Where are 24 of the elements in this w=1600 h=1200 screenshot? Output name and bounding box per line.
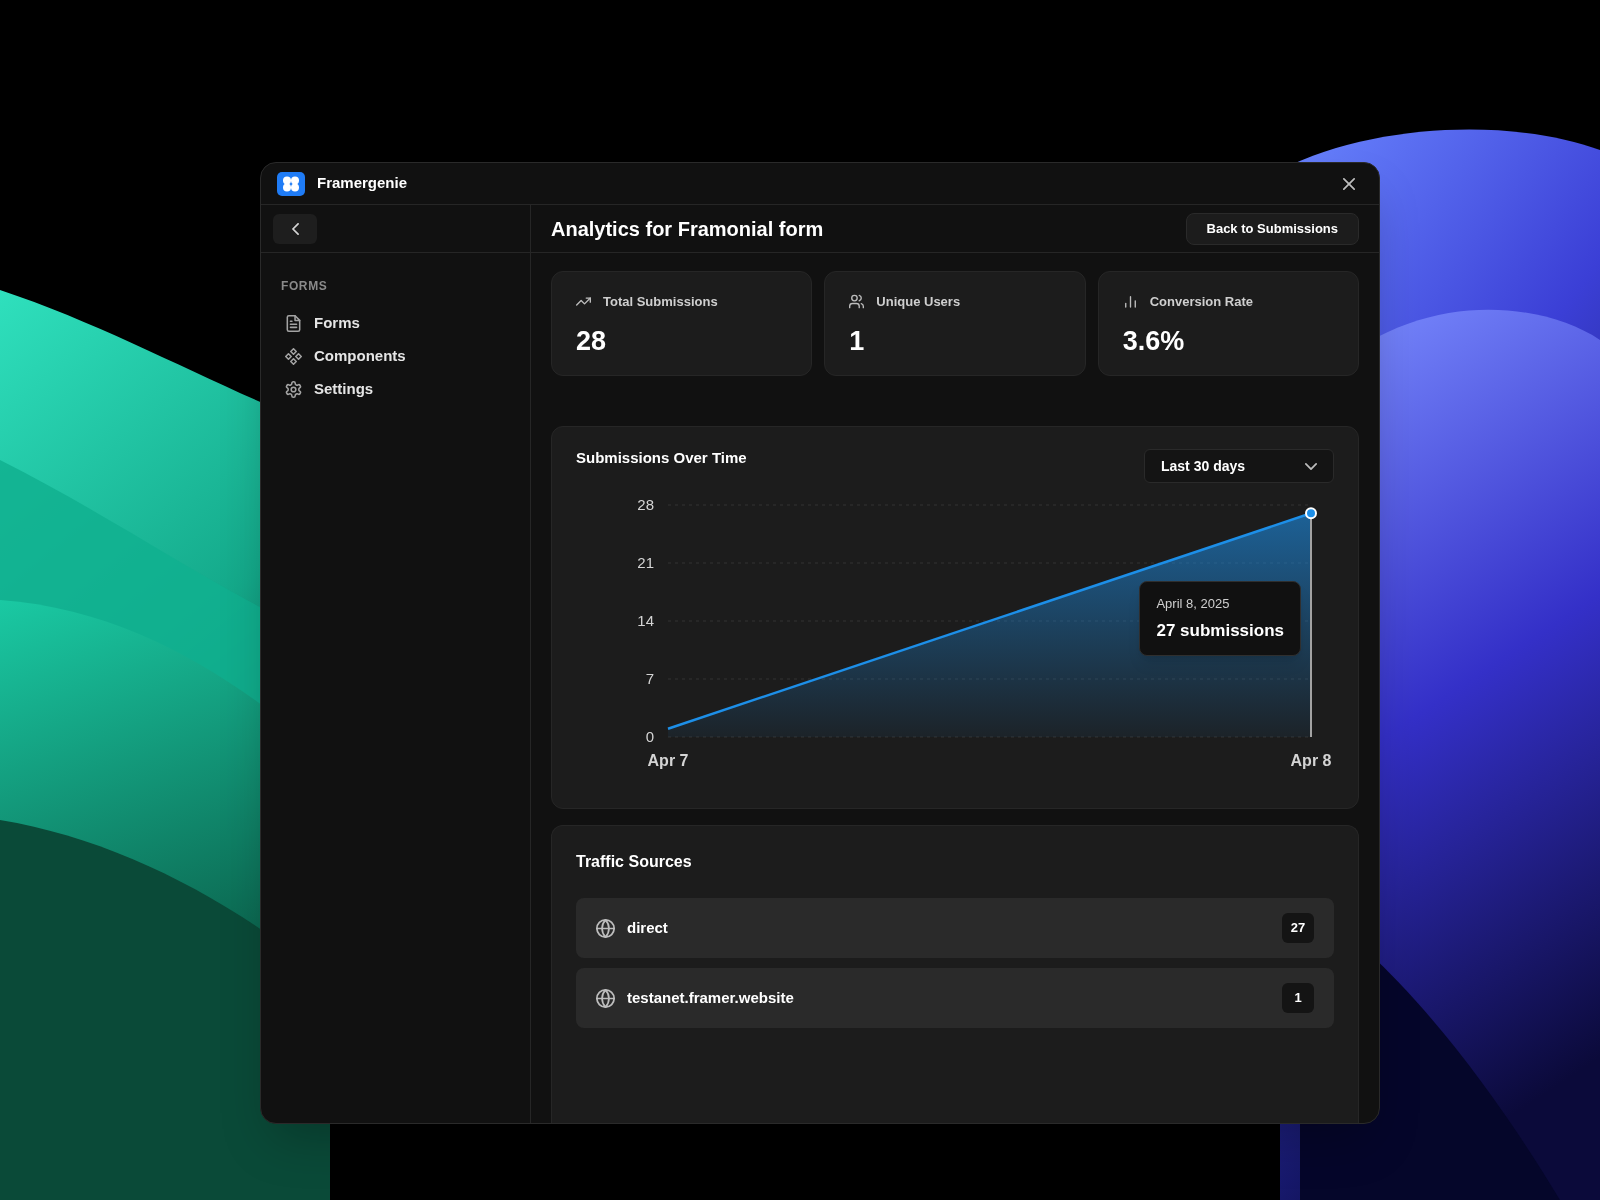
visit-count-badge: 1 <box>1282 983 1314 1013</box>
x-axis-label: Apr 8 <box>1290 752 1332 769</box>
source-label: direct <box>627 917 669 938</box>
tooltip-date: April 8, 2025 <box>1156 595 1231 614</box>
section-label: FORMS <box>280 278 329 295</box>
y-axis-label: 0 <box>645 728 654 745</box>
y-axis-label: 21 <box>637 554 654 571</box>
page-title: Analytics for Framonial form <box>551 216 824 242</box>
y-axis-label: 14 <box>637 612 654 629</box>
tooltip-value: 27 submissions <box>1156 619 1284 642</box>
visit-count-badge: 27 <box>1282 913 1314 943</box>
y-axis-label: 7 <box>645 670 654 687</box>
stat-value: 3.6% <box>1122 327 1186 355</box>
stat-label: Total Submissions <box>603 293 718 311</box>
y-axis-label: 28 <box>637 496 654 513</box>
traffic-sources-title: Traffic Sources <box>576 852 693 872</box>
stat-value: 28 <box>576 327 608 355</box>
x-axis-label: Apr 7 <box>647 752 689 769</box>
window-title: Framergenie <box>317 173 408 194</box>
source-label: testanet.framer.website <box>627 987 795 1008</box>
stat-label: Unique Users <box>876 293 961 311</box>
stat-value: 1 <box>849 327 866 355</box>
stat-label: Conversion Rate <box>1149 293 1253 311</box>
chart-title: Submissions Over Time <box>576 448 747 468</box>
